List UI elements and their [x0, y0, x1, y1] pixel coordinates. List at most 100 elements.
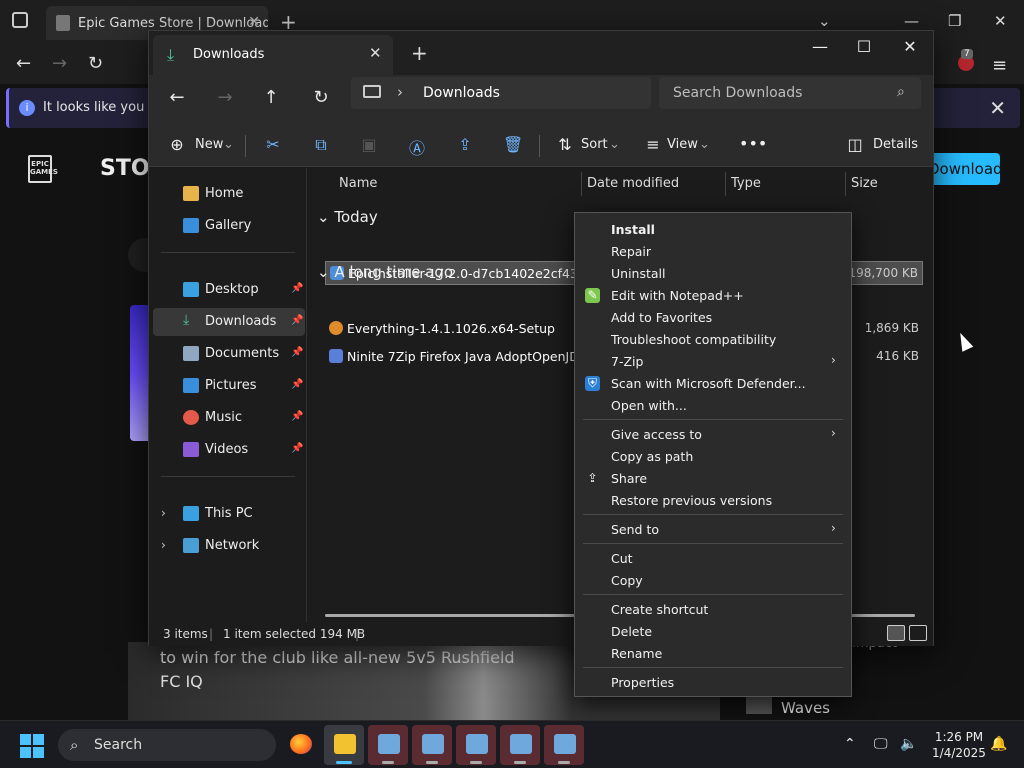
menu-icon[interactable]: ≡ — [992, 55, 1007, 76]
pin-icon[interactable]: 📌 — [291, 315, 303, 326]
restore-icon[interactable]: ❐ — [948, 12, 961, 30]
menu-item-restore-previous-versions[interactable]: Restore previous versions — [575, 489, 851, 511]
installer-app[interactable] — [368, 725, 408, 765]
chevron-down-icon[interactable]: ⌄ — [609, 137, 620, 152]
chevron-right-icon[interactable]: › — [161, 538, 166, 552]
chevron-right-icon[interactable]: › — [161, 506, 166, 520]
column-header-type[interactable]: Type — [731, 176, 761, 191]
tab-actions-icon[interactable] — [12, 12, 28, 28]
plus-circle-icon[interactable]: ⊕ — [167, 135, 187, 155]
menu-item-7-zip[interactable]: 7-Zip › — [575, 350, 851, 372]
paste-icon[interactable]: ▣ — [359, 135, 379, 155]
column-header-size[interactable]: Size — [851, 176, 878, 191]
sidebar-item-downloads[interactable]: ⤓ Downloads 📌 — [153, 308, 305, 336]
explorer-tab-downloads[interactable]: ⤓ Downloads ✕ — [153, 35, 393, 75]
chevron-down-icon[interactable]: ⌄ — [818, 12, 831, 30]
sidebar-item-videos[interactable]: Videos 📌 — [149, 436, 307, 464]
back-icon[interactable]: ← — [16, 53, 31, 74]
refresh-icon[interactable]: ↻ — [309, 87, 333, 108]
pin-icon[interactable]: 📌 — [291, 283, 303, 294]
menu-item-send-to[interactable]: Send to › — [575, 518, 851, 540]
menu-item-delete[interactable]: Delete — [575, 620, 851, 642]
close-icon[interactable]: ✕ — [989, 96, 1006, 120]
maximize-icon[interactable]: ☐ — [849, 37, 879, 56]
installer-app[interactable] — [544, 725, 584, 765]
sidebar-item-this-pc[interactable]: › This PC — [149, 500, 307, 528]
rename-icon[interactable]: Ⓐ — [407, 135, 427, 158]
close-icon[interactable]: ✕ — [369, 44, 382, 62]
close-icon[interactable]: ✕ — [895, 37, 925, 56]
sidebar-item-documents[interactable]: Documents 📌 — [149, 340, 307, 368]
installer-app[interactable] — [456, 725, 496, 765]
menu-item-open-with[interactable]: Open with... — [575, 394, 851, 416]
new-button[interactable]: New — [195, 137, 223, 152]
firefox-app[interactable] — [280, 725, 320, 765]
sidebar-item-home[interactable]: Home — [149, 180, 307, 208]
menu-item-scan-with-microsoft-defender[interactable]: ⛨ Scan with Microsoft Defender... — [575, 372, 851, 394]
menu-item-add-to-favorites[interactable]: Add to Favorites — [575, 306, 851, 328]
chevron-down-icon[interactable]: ⌄ — [317, 263, 330, 281]
search-icon[interactable]: ⌕ — [897, 84, 905, 100]
sidebar-item-network[interactable]: › Network — [149, 532, 307, 560]
menu-item-give-access-to[interactable]: Give access to › — [575, 423, 851, 445]
address-bar[interactable]: › Downloads — [351, 77, 651, 109]
sort-icon[interactable]: ⇅ — [555, 135, 575, 155]
menu-item-rename[interactable]: Rename — [575, 642, 851, 664]
menu-item-create-shortcut[interactable]: Create shortcut — [575, 598, 851, 620]
column-header-name[interactable]: Name — [339, 176, 377, 191]
network-icon[interactable]: 🖵 — [874, 736, 888, 752]
group-header-today[interactable]: ⌄ Today — [317, 208, 378, 226]
installer-app[interactable] — [500, 725, 540, 765]
chevron-down-icon[interactable]: ⌄ — [223, 137, 234, 152]
column-divider[interactable] — [725, 172, 726, 196]
menu-item-copy[interactable]: Copy — [575, 569, 851, 591]
forward-icon[interactable]: → — [52, 53, 67, 74]
search-input[interactable] — [659, 77, 921, 109]
volume-icon[interactable]: 🔈 — [900, 736, 917, 752]
menu-item-properties[interactable]: Properties — [575, 671, 851, 693]
sidebar-item-pictures[interactable]: Pictures 📌 — [149, 372, 307, 400]
forward-icon[interactable]: → — [213, 87, 237, 108]
chevron-down-icon[interactable]: ⌄ — [699, 137, 710, 152]
menu-item-share[interactable]: ⇪ Share — [575, 467, 851, 489]
pin-icon[interactable]: 📌 — [291, 379, 303, 390]
epic-games-logo[interactable]: EPIC GAMES — [28, 155, 58, 183]
back-icon[interactable]: ← — [165, 87, 189, 108]
delete-icon[interactable]: 🗑 — [503, 135, 523, 155]
group-header-long-ago[interactable]: ⌄ A long time ago — [317, 263, 453, 281]
store-search[interactable] — [128, 238, 148, 272]
up-icon[interactable]: ↑ — [259, 87, 283, 108]
sidebar-item-gallery[interactable]: Gallery — [149, 212, 307, 240]
new-tab-icon[interactable]: + — [411, 41, 428, 65]
view-button[interactable]: View — [667, 137, 698, 152]
column-divider[interactable] — [845, 172, 846, 196]
pin-icon[interactable]: 📌 — [291, 347, 303, 358]
pin-icon[interactable]: 📌 — [291, 411, 303, 422]
bell-icon[interactable]: 🔔 — [990, 736, 1007, 752]
cut-icon[interactable]: ✂ — [263, 135, 283, 155]
tiles-view-icon[interactable] — [909, 625, 927, 641]
menu-item-copy-as-path[interactable]: Copy as path — [575, 445, 851, 467]
refresh-icon[interactable]: ↻ — [88, 53, 103, 74]
more-options-icon[interactable]: ••• — [739, 134, 767, 153]
minimize-icon[interactable]: — — [904, 12, 919, 30]
chevron-down-icon[interactable]: ⌄ — [317, 208, 330, 226]
menu-item-troubleshoot-compatibility[interactable]: Troubleshoot compatibility — [575, 328, 851, 350]
start-icon[interactable] — [20, 734, 44, 758]
menu-item-edit-with-notepad[interactable]: ✎ Edit with Notepad++ — [575, 284, 851, 306]
details-pane-icon[interactable]: ◫ — [845, 135, 865, 155]
details-view-icon[interactable] — [887, 625, 905, 641]
share-icon[interactable]: ⇪ — [455, 135, 475, 155]
column-divider[interactable] — [581, 172, 582, 196]
chevron-up-icon[interactable]: ⌃ — [844, 736, 856, 752]
sidebar-item-music[interactable]: Music 📌 — [149, 404, 307, 432]
menu-item-install[interactable]: Install — [575, 218, 851, 240]
clock[interactable]: 1:26 PM 1/4/2025 — [930, 729, 988, 761]
file-explorer-app[interactable] — [324, 725, 364, 765]
view-icon[interactable]: ≡ — [643, 135, 663, 155]
installer-app[interactable] — [412, 725, 452, 765]
minimize-icon[interactable]: — — [805, 37, 835, 56]
pin-icon[interactable]: 📌 — [291, 443, 303, 454]
chevron-right-icon[interactable]: › — [397, 83, 403, 101]
details-button[interactable]: Details — [873, 137, 918, 152]
